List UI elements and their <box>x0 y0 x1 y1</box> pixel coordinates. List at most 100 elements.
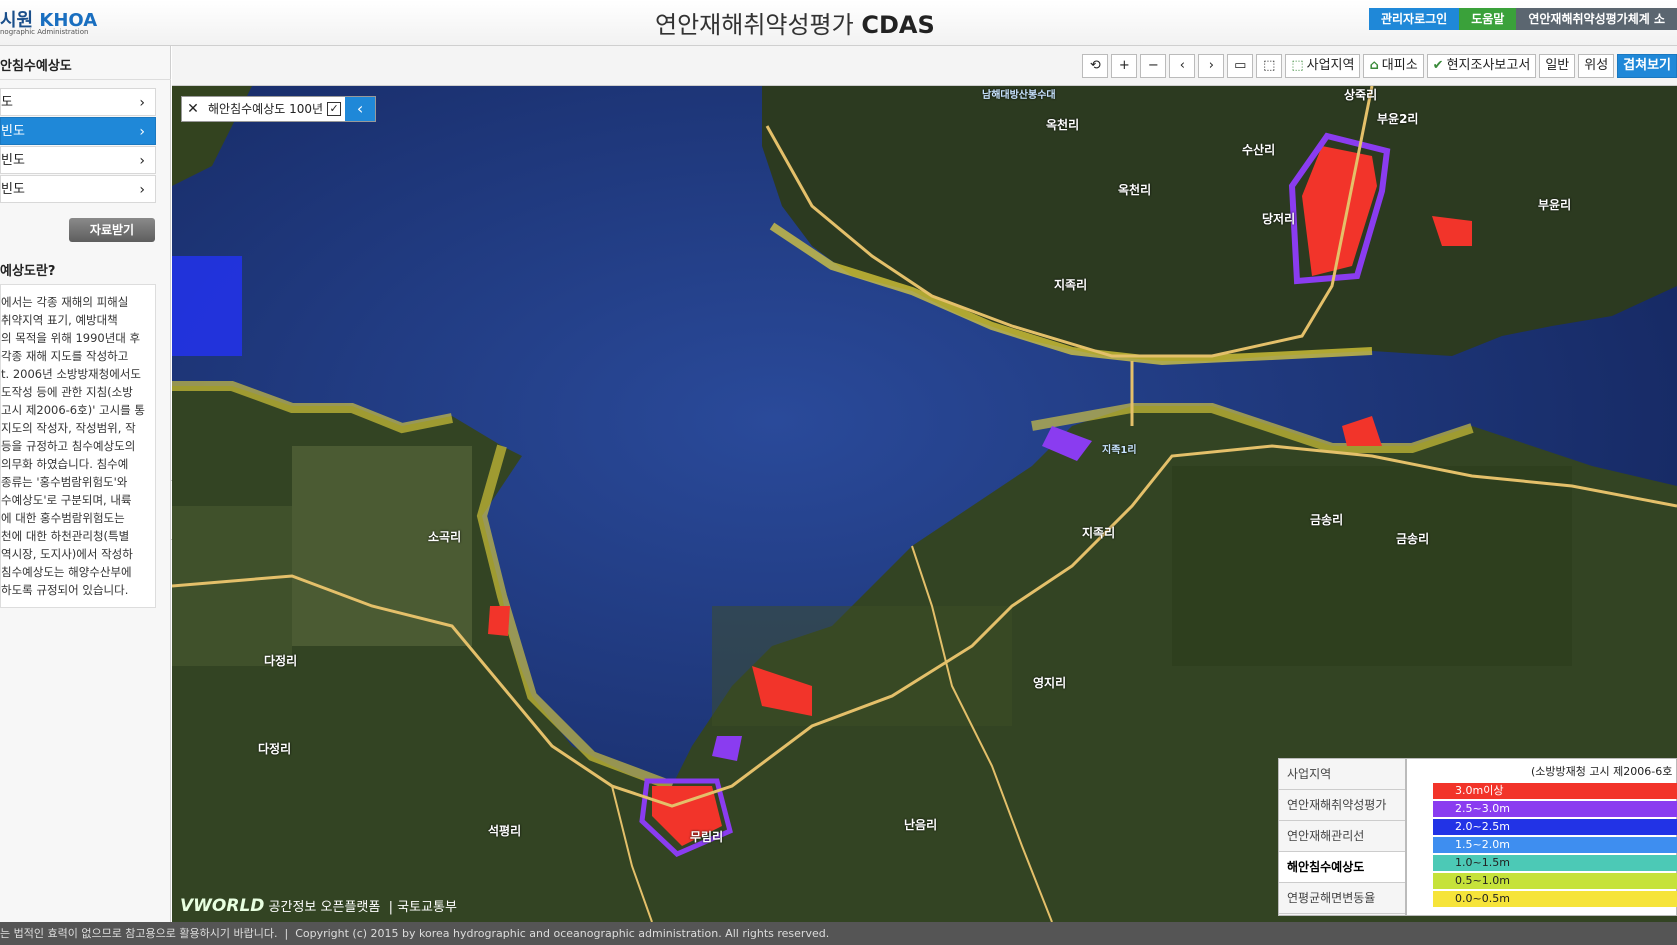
place-label: 지족리 <box>1054 278 1088 292</box>
app-title-ko: 연안재해취약성평가 <box>655 11 854 39</box>
zoom-out-button[interactable]: − <box>1140 54 1167 78</box>
legend-tabs: 사업지역 연안재해취약성평가 연안재해관리선 해안침수예상도 연평균해면변동율 <box>1278 758 1406 916</box>
next-extent-button[interactable]: › <box>1198 54 1225 78</box>
footer-copyright: Copyright (c) 2015 by korea hydrographic… <box>295 927 830 940</box>
layer-checkbox[interactable]: ✓ <box>327 102 342 116</box>
place-label: 난음리 <box>904 818 938 832</box>
place-label: 옥천리 <box>1118 183 1152 197</box>
about-title: 예상도란? <box>0 264 56 279</box>
field-report-button[interactable]: ✔ 현지조사보고서 <box>1426 54 1537 78</box>
ministry-label: 국토교통부 <box>397 900 457 915</box>
evacuation-label: 대피소 <box>1381 58 1418 73</box>
about-line: 하도록 규정되어 있습니다. <box>1 583 129 597</box>
legend-row: 0.0~0.5m <box>1433 891 1677 907</box>
zoom-in-button[interactable]: + <box>1111 54 1138 78</box>
system-intro-link[interactable]: 연안재해취약성평가체계 소 <box>1516 8 1677 30</box>
business-area-label: 사업지역 <box>1306 58 1355 73</box>
legend-row: 2.0~2.5m <box>1433 819 1677 835</box>
business-area-button[interactable]: ⬚ 사업지역 <box>1285 54 1361 78</box>
satellite-map-button[interactable]: 위성 <box>1578 54 1615 78</box>
vworld-subtitle: 공간정보 오픈플랫폼 <box>268 900 381 915</box>
place-label: 지족리 <box>1082 526 1116 540</box>
about-line: 고시 제2006-6호)' 고시를 통 <box>1 403 145 417</box>
about-line: 취약지역 표기, 예방대책 <box>1 313 118 327</box>
normal-map-button[interactable]: 일반 <box>1539 54 1576 78</box>
place-label: 부윤리 <box>1538 198 1572 212</box>
field-report-label: 현지조사보고서 <box>1446 58 1531 73</box>
org-subtitle: nographic Administration <box>0 28 89 36</box>
sidebar-item-3[interactable]: 빈도 › <box>0 146 156 174</box>
chevron-left-icon[interactable]: ‹ <box>345 97 376 121</box>
sidebar-item-label: 빈도 <box>1 124 25 139</box>
chevron-right-icon: › <box>139 95 145 111</box>
place-label: 무림리 <box>690 830 724 844</box>
active-layer-chip: ✕ 해안침수예상도 100년 ✓ ‹ <box>181 96 377 122</box>
place-label: 남해대방산봉수대 <box>982 90 1056 101</box>
about-line: 등을 규정하고 침수예상도의 <box>1 439 136 453</box>
header: 시원 KHOA nographic Administration 연안재해취약성… <box>0 0 1677 46</box>
measure-button[interactable]: ▭ <box>1227 54 1254 78</box>
legend-row: 2.5~3.0m <box>1433 801 1677 817</box>
place-label: 부윤2리 <box>1377 112 1419 126</box>
sidebar-item-1[interactable]: 도 › <box>0 88 156 116</box>
about-line: 의 목적을 위해 1990년대 후 <box>1 331 141 345</box>
about-line: 에서는 각종 재해의 피해실 <box>1 295 129 309</box>
area-select-button[interactable]: ⬚ <box>1256 54 1283 78</box>
chevron-right-icon: › <box>139 124 145 140</box>
help-link[interactable]: 도움말 <box>1459 8 1517 30</box>
active-layer-label: 해안침수예상도 100년 <box>208 102 324 116</box>
legend-row: 0.5~1.0m <box>1433 873 1677 889</box>
about-line: 지도의 작성자, 작성범위, 작 <box>1 421 136 435</box>
sidebar-item-label: 빈도 <box>1 182 25 197</box>
sidebar-item-2[interactable]: 빈도 › <box>0 117 156 145</box>
place-label: 소곡리 <box>428 530 462 544</box>
legend-row: 3.0m이상 <box>1433 783 1677 799</box>
check-icon: ✔ <box>1432 58 1444 73</box>
sidebar-title: 안침수예상도 <box>0 54 171 80</box>
legend-tab-management-line[interactable]: 연안재해관리선 <box>1279 821 1405 852</box>
place-label: 상죽리 <box>1344 88 1378 102</box>
about-line: 천에 대한 하천관리청(특별 <box>1 529 130 543</box>
chevron-right-icon: › <box>139 182 145 198</box>
place-label: 옥천리 <box>1046 118 1080 132</box>
overlay-map-button[interactable]: 겹쳐보기 <box>1617 54 1677 78</box>
about-line: 수예상도'로 구분되며, 내륙 <box>1 493 132 507</box>
legend-row: 1.0~1.5m <box>1433 855 1677 871</box>
sidebar-item-label: 도 <box>1 95 13 110</box>
close-icon[interactable]: ✕ <box>182 97 204 121</box>
vworld-logo[interactable]: VWORLD 공간정보 오픈플랫폼 | 국토교통부 <box>180 896 457 916</box>
place-label: 금송리 <box>1310 513 1344 527</box>
about-line: 역시장, 도지사)에서 작성하 <box>1 547 133 561</box>
shelter-icon: ⌂ <box>1369 58 1379 73</box>
area-icon: ⬚ <box>1291 58 1304 73</box>
place-label: 영지리 <box>1033 676 1067 690</box>
app-title: 연안재해취약성평가 CDAS <box>655 5 935 40</box>
previous-extent-button[interactable]: ‹ <box>1169 54 1196 78</box>
place-label: 금송리 <box>1396 532 1430 546</box>
sidebar-item-4[interactable]: 빈도 › <box>0 175 156 203</box>
place-label: 수산리 <box>1242 143 1276 157</box>
about-line: 의무화 하였습니다. 침수예 <box>1 457 129 471</box>
legend-tab-sea-level-change[interactable]: 연평균해면변동율 <box>1279 883 1405 914</box>
place-label: 다정리 <box>258 742 292 756</box>
about-line: t. 2006년 소방방재청에서도 <box>1 367 141 381</box>
legend-row: 1.5~2.0m <box>1433 837 1677 853</box>
sidebar-item-label: 빈도 <box>1 153 25 168</box>
legend-tab-inundation[interactable]: 해안침수예상도 <box>1279 852 1405 883</box>
legend-tab-vulnerability[interactable]: 연안재해취약성평가 <box>1279 790 1405 821</box>
evacuation-button[interactable]: ⌂ 대피소 <box>1363 54 1424 78</box>
place-label: 당저리 <box>1262 212 1296 226</box>
download-button[interactable]: 자료받기 <box>69 218 155 242</box>
about-text: 에서는 각종 재해의 피해실 취약지역 표기, 예방대책 의 목적을 위해 19… <box>0 284 156 608</box>
vworld-brand: VWORLD <box>180 896 265 916</box>
about-line: 침수예상도는 해양수산부에 <box>1 565 132 579</box>
footer: 는 법적인 효력이 없으므로 참고용으로 활용하시기 바랍니다. | Copyr… <box>0 922 1677 945</box>
admin-login-link[interactable]: 관리자로그인 <box>1368 8 1460 30</box>
about-line: 도작성 등에 관한 지침(소방 <box>1 385 133 399</box>
place-label: 다정리 <box>264 654 298 668</box>
legend-tab-business-area[interactable]: 사업지역 <box>1279 759 1405 790</box>
app-title-en: CDAS <box>861 11 935 39</box>
place-label: 석평리 <box>488 824 522 838</box>
about-line: 종류는 '홍수범람위험도'와 <box>1 475 128 489</box>
refresh-button[interactable]: ⟲ <box>1082 54 1109 78</box>
